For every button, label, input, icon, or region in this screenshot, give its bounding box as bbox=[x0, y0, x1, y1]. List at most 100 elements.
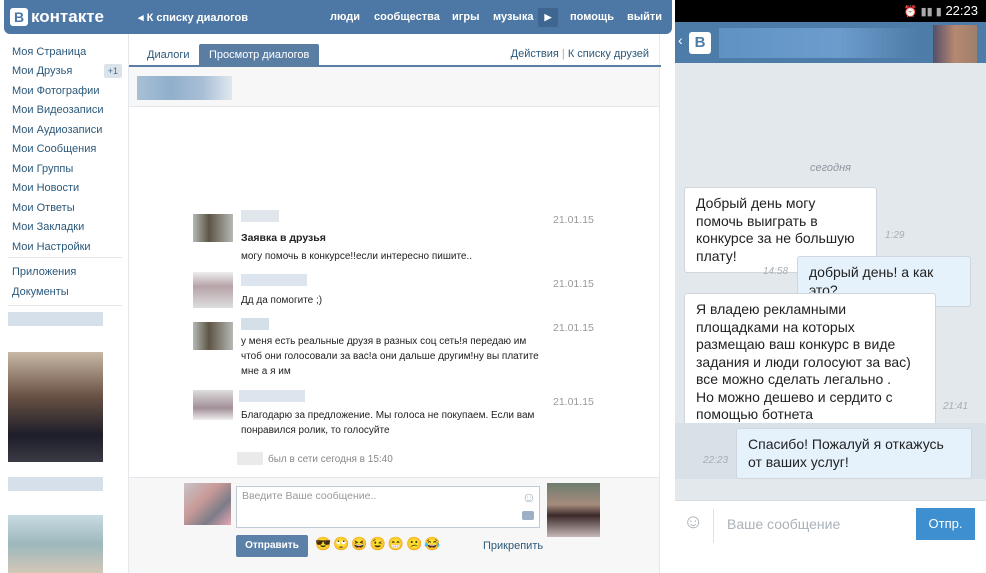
top-header: Вконтакте ◂ К списку диалогов люди сообщ… bbox=[4, 0, 672, 34]
sidebar-item-audio[interactable]: Мои Аудиозаписи bbox=[12, 120, 122, 140]
blurred-ad-image[interactable] bbox=[8, 515, 103, 573]
message-date: 21.01.15 bbox=[553, 214, 594, 226]
logo-letter: В bbox=[10, 8, 28, 26]
message-time: 1:29 bbox=[885, 230, 905, 241]
vk-web-screenshot: Вконтакте ◂ К списку диалогов люди сообщ… bbox=[0, 0, 672, 573]
sidebar-item-documents[interactable]: Документы bbox=[12, 282, 122, 302]
emoji-rolleyes-icon[interactable]: 🙄 bbox=[333, 536, 351, 551]
sidebar-item-label: Моя Страница bbox=[12, 45, 87, 58]
divider bbox=[713, 509, 714, 543]
nav-people[interactable]: люди bbox=[330, 11, 360, 23]
blurred-sender-name[interactable] bbox=[239, 390, 305, 402]
camera-icon[interactable] bbox=[522, 511, 534, 520]
blurred-contact-name bbox=[719, 28, 919, 58]
sidebar-item-label: Мои Видеозаписи bbox=[12, 104, 104, 117]
sidebar-item-news[interactable]: Мои Новости bbox=[12, 179, 122, 199]
emoji-tears-icon[interactable]: 😂 bbox=[424, 536, 442, 551]
logo-text: контакте bbox=[31, 7, 105, 26]
friends-badge[interactable]: +1 bbox=[103, 64, 122, 79]
avatar[interactable] bbox=[193, 322, 233, 350]
play-icon[interactable]: ▶ bbox=[538, 8, 558, 27]
message-composer: Введите Ваше сообщение.. ☺ Отправить 😎🙄😆… bbox=[129, 477, 659, 573]
send-button[interactable]: Отправить bbox=[236, 535, 308, 557]
nav-games[interactable]: игры bbox=[452, 11, 479, 23]
sidebar-item-label: Мои Фотографии bbox=[12, 84, 100, 97]
sidebar-item-settings[interactable]: Мои Настройки bbox=[12, 237, 122, 257]
emoji-grin-icon[interactable]: 😁 bbox=[388, 536, 406, 551]
message-time: 14:58 bbox=[763, 266, 789, 277]
sidebar-item-label: Мои Аудиозаписи bbox=[12, 123, 103, 136]
divider bbox=[8, 305, 122, 306]
outgoing-bubble: Спасибо! Пожалуй я откажусь от ваших усл… bbox=[736, 428, 972, 479]
blurred-sender-name[interactable] bbox=[241, 210, 279, 222]
blurred-sender-name[interactable] bbox=[241, 274, 307, 286]
sidebar-item-label: Мои Сообщения bbox=[12, 143, 97, 156]
message-input[interactable]: Введите Ваше сообщение.. ☺ bbox=[236, 486, 540, 528]
nav-music[interactable]: музыка bbox=[493, 11, 533, 23]
attach-link[interactable]: Прикрепить bbox=[483, 540, 543, 552]
tab-dialogs[interactable]: Диалоги bbox=[137, 44, 200, 66]
emoji-confused-icon[interactable]: 😕 bbox=[406, 536, 424, 551]
phone-composer: ☺ Ваше сообщение Отпр. bbox=[675, 500, 986, 573]
sidebar-item-photos[interactable]: Мои Фотографии bbox=[12, 81, 122, 101]
input-placeholder: Введите Ваше сообщение.. bbox=[242, 490, 377, 502]
dialog-panel: Диалоги Просмотр диалогов Действия | К с… bbox=[128, 34, 661, 573]
divider bbox=[8, 257, 122, 258]
mobile-app-screenshot: ⏰ ▮▮ ▮ 22:23 ‹ В сегодня Добрый день мог… bbox=[675, 0, 986, 573]
message-date: 21.01.15 bbox=[553, 278, 594, 290]
blurred-ad-image[interactable] bbox=[8, 352, 103, 462]
vk-logo[interactable]: Вконтакте bbox=[10, 7, 104, 27]
sidebar-item-my-page[interactable]: Моя Страница bbox=[12, 42, 122, 62]
sidebar: Моя Страница Мои Друзья +1 Мои Фотографии… bbox=[12, 42, 122, 302]
last-seen-status: был в сети сегодня в 15:40 bbox=[268, 454, 393, 465]
emoji-laugh-icon[interactable]: 😆 bbox=[351, 536, 369, 551]
blurred-contact-name bbox=[137, 76, 232, 100]
sidebar-item-label: Мои Ответы bbox=[12, 201, 75, 214]
blurred-sender-name[interactable] bbox=[241, 318, 269, 330]
sidebar-item-label: Мои Группы bbox=[12, 162, 74, 175]
status-time: 22:23 bbox=[945, 3, 978, 18]
avatar[interactable] bbox=[193, 272, 233, 308]
sidebar-item-friends[interactable]: Мои Друзья +1 bbox=[12, 62, 122, 82]
incoming-bubble: Я владею рекламными площадками на которы… bbox=[684, 293, 936, 432]
emoji-wink-icon[interactable]: 😉 bbox=[370, 536, 388, 551]
back-icon[interactable]: ‹ bbox=[678, 32, 683, 48]
phone-send-button[interactable]: Отпр. bbox=[916, 508, 975, 540]
my-avatar[interactable] bbox=[184, 483, 231, 525]
sidebar-item-bookmarks[interactable]: Мои Закладки bbox=[12, 218, 122, 238]
emoji-sunglasses-icon[interactable]: 😎 bbox=[315, 536, 333, 551]
message-text: Дд да помогите ;) bbox=[241, 295, 323, 306]
top-links: Действия | К списку друзей bbox=[511, 48, 649, 60]
message-date: 21.01.15 bbox=[553, 322, 594, 334]
sidebar-item-label: Мои Друзья bbox=[12, 65, 73, 78]
emoji-icon[interactable]: ☺ bbox=[683, 511, 703, 534]
status-bar: ⏰ ▮▮ ▮ 22:23 bbox=[675, 0, 986, 22]
alarm-signal-battery-icons: ⏰ ▮▮ ▮ bbox=[903, 6, 942, 18]
emoji-bar: 😎🙄😆😉😁😕😂 bbox=[315, 536, 442, 552]
back-to-dialogs-link[interactable]: ◂ К списку диалогов bbox=[138, 11, 248, 24]
sidebar-item-label: Мои Новости bbox=[12, 182, 80, 195]
sidebar-item-videos[interactable]: Мои Видеозаписи bbox=[12, 101, 122, 121]
nav-logout[interactable]: выйти bbox=[627, 11, 662, 23]
sidebar-item-answers[interactable]: Мои Ответы bbox=[12, 198, 122, 218]
contact-avatar[interactable] bbox=[547, 483, 600, 537]
avatar[interactable] bbox=[193, 390, 233, 420]
nav-help[interactable]: помощь bbox=[570, 11, 614, 23]
message-text: Благодарю за предложение. Мы голоса не п… bbox=[241, 410, 535, 436]
friends-list-link[interactable]: К списку друзей bbox=[568, 48, 649, 60]
phone-message-input[interactable]: Ваше сообщение bbox=[727, 516, 840, 532]
message-text: могу помочь в конкурсе!!если интересно п… bbox=[241, 251, 473, 262]
tab-view-dialog[interactable]: Просмотр диалогов bbox=[199, 44, 320, 66]
vk-app-logo[interactable]: В bbox=[689, 32, 711, 54]
avatar[interactable] bbox=[193, 214, 233, 242]
smile-icon[interactable]: ☺ bbox=[522, 489, 536, 505]
message-title: Заявка в друзья bbox=[241, 232, 326, 244]
nav-communities[interactable]: сообщества bbox=[374, 11, 440, 23]
contact-avatar[interactable] bbox=[933, 25, 977, 63]
actions-link[interactable]: Действия bbox=[511, 48, 559, 60]
sidebar-item-apps[interactable]: Приложения bbox=[12, 263, 122, 283]
blurred-ad-title bbox=[8, 477, 103, 491]
sidebar-item-groups[interactable]: Мои Группы bbox=[12, 159, 122, 179]
sidebar-item-messages[interactable]: Мои Сообщения bbox=[12, 140, 122, 160]
sidebar-item-label: Мои Закладки bbox=[12, 221, 85, 234]
